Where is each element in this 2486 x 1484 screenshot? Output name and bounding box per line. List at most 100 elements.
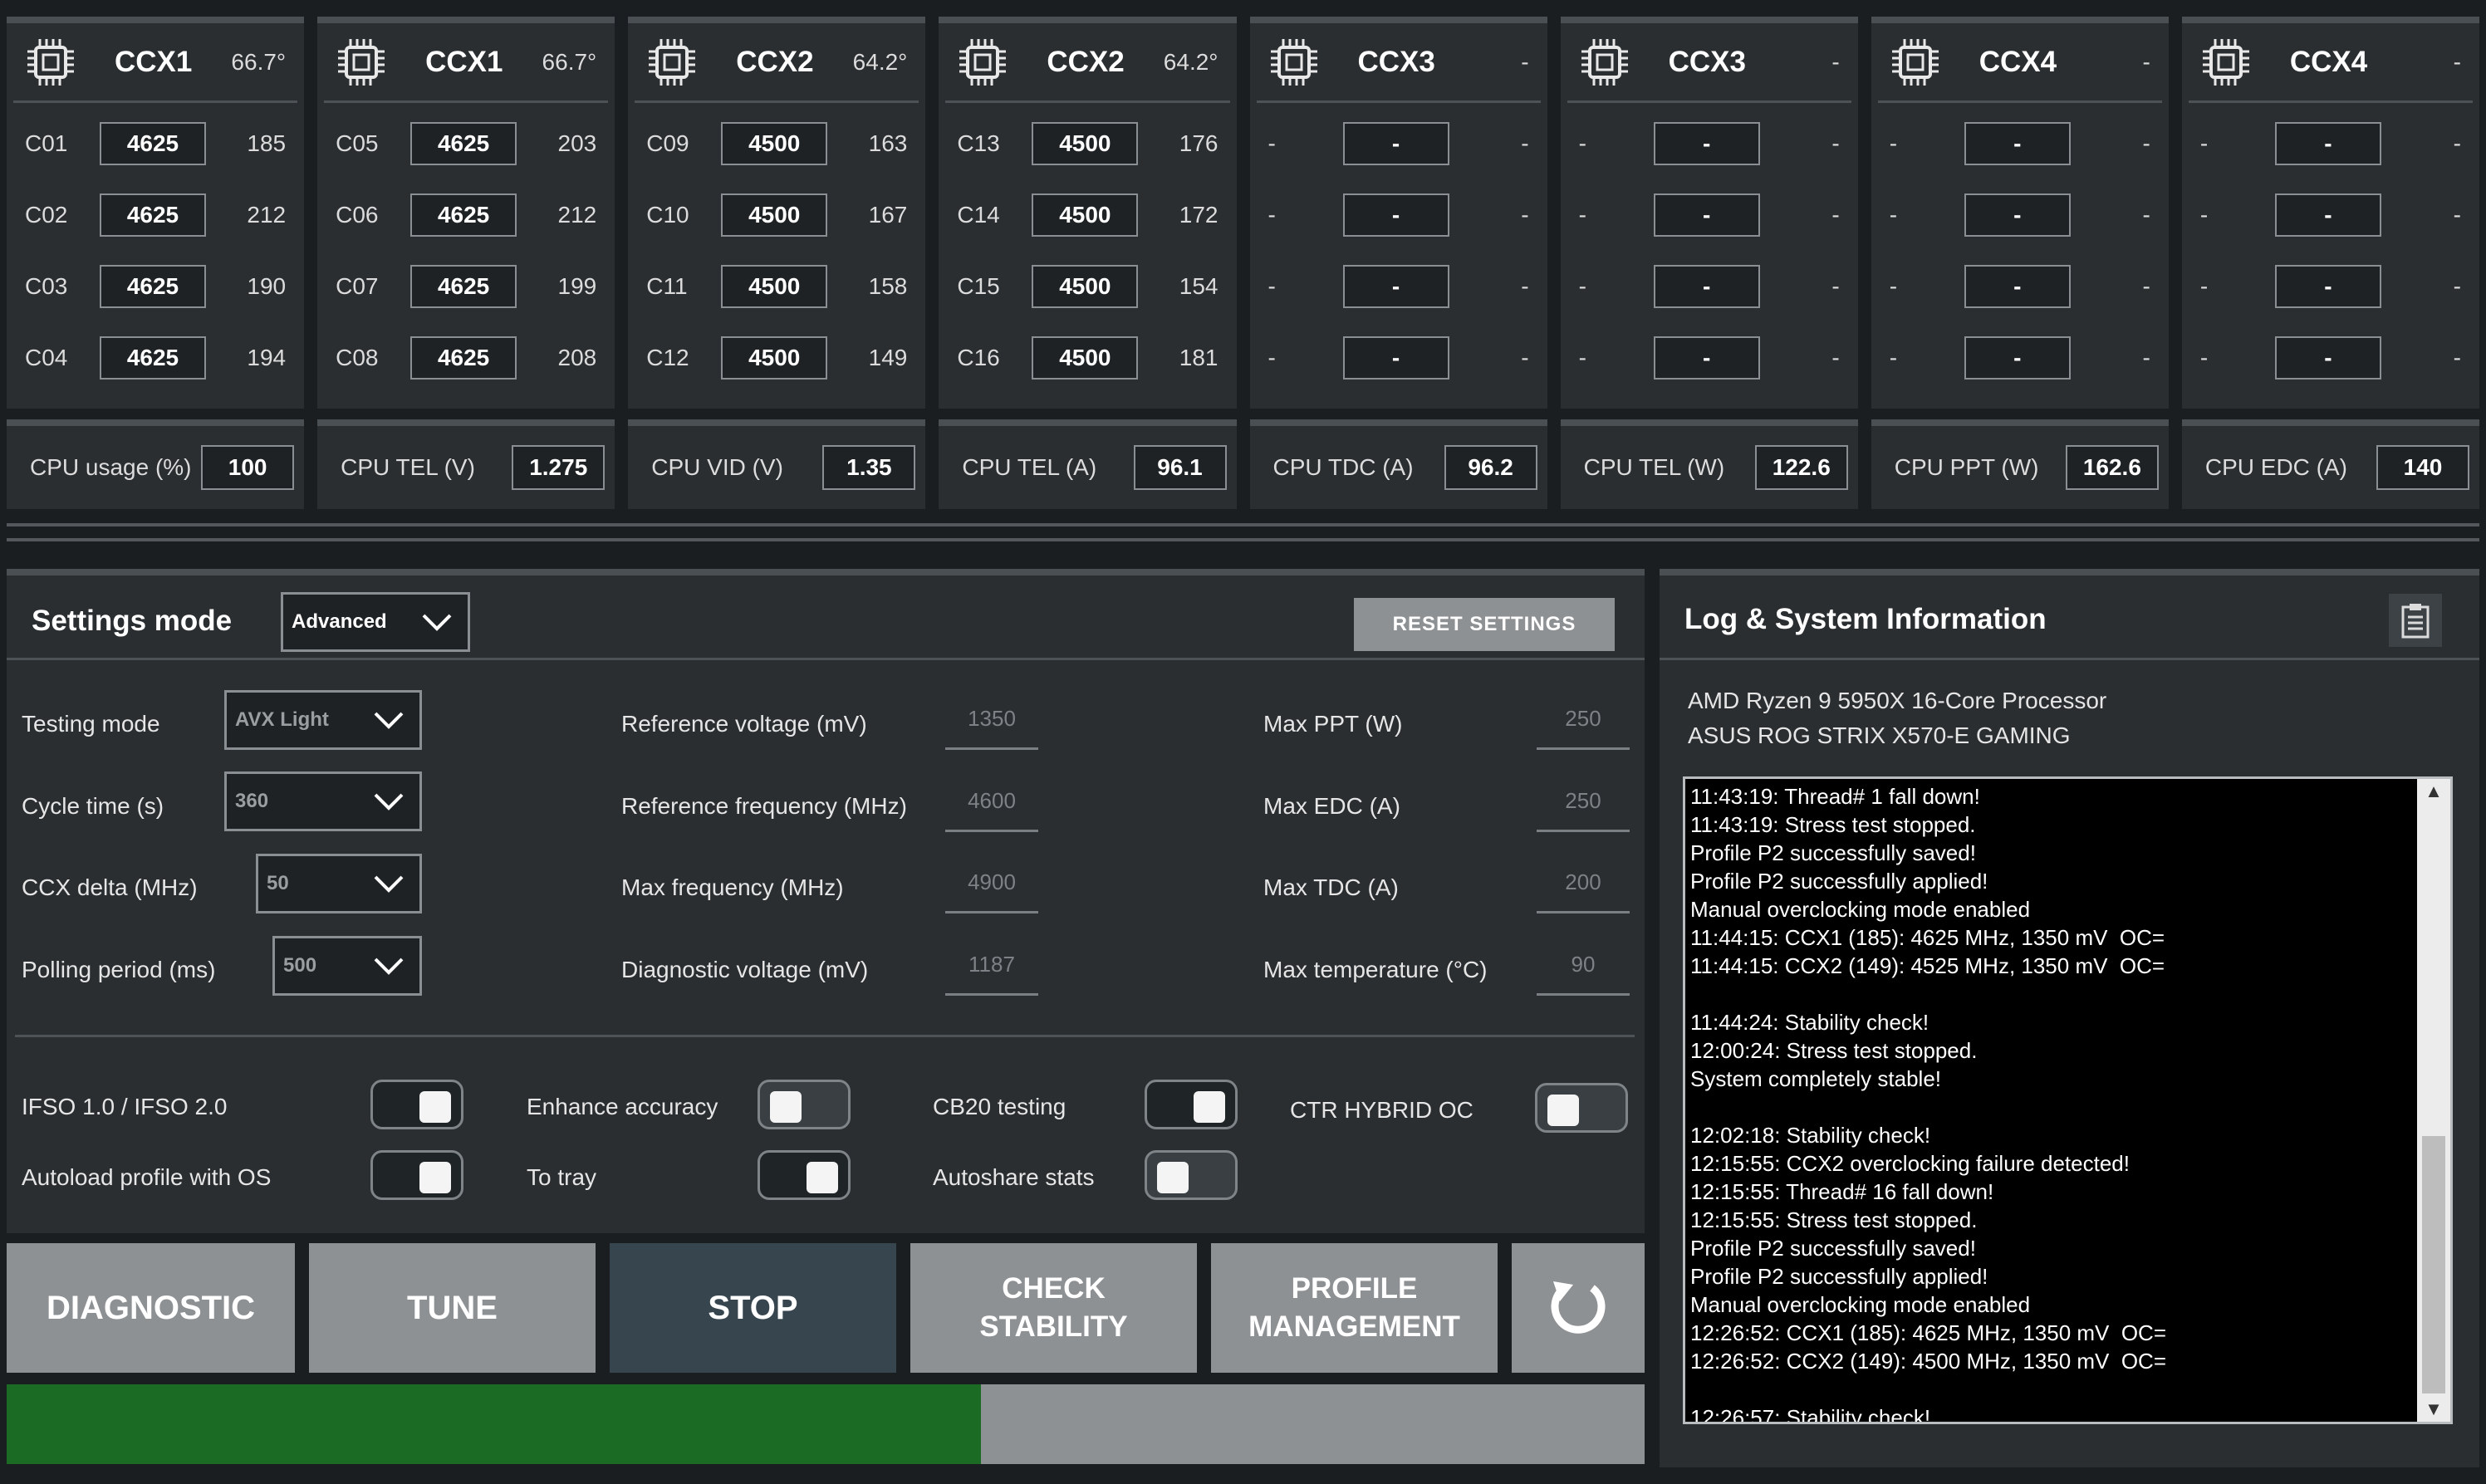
max-frequency-label: Max frequency (MHz) [621, 874, 844, 900]
autoshare-stats-label: Autoshare stats [933, 1164, 1095, 1190]
reference-frequency-input[interactable]: 4600 [945, 772, 1038, 832]
core-row: C05 4625 203 [317, 108, 615, 179]
core-frequency: 4500 [721, 122, 828, 165]
stat-cpu-edc: CPU EDC (A) 140 [2181, 419, 2479, 509]
log-textbox[interactable]: 11:43:19: Thread# 1 fall down! 11:43:19: … [1683, 776, 2453, 1424]
core-row: --- [2182, 251, 2479, 322]
core-label: C15 [957, 273, 1000, 299]
tune-button[interactable]: TUNE [309, 1243, 596, 1373]
ccx-delta-dropdown[interactable]: 50 [256, 854, 422, 913]
separator-line [7, 538, 2479, 541]
autoload-profile-toggle[interactable] [370, 1150, 463, 1200]
core-value: - [1831, 345, 1840, 370]
core-frequency: - [1342, 336, 1449, 380]
core-label: - [1268, 273, 1276, 299]
ccx-temperature: - [2453, 48, 2461, 75]
profile-management-label-line1: PROFILE [1291, 1272, 1418, 1305]
max-frequency-input[interactable]: 4900 [945, 854, 1038, 913]
autoload-profile-label: Autoload profile with OS [22, 1164, 272, 1190]
log-scrollbar[interactable]: ▲ ▼ [2417, 779, 2450, 1422]
log-line: 11:44:15: CCX1 (185): 4625 MHz, 1350 mV … [1690, 925, 2165, 950]
profile-management-button[interactable]: PROFILE MANAGEMENT [1211, 1243, 1498, 1373]
ctr-hybrid-oc-toggle[interactable] [1535, 1083, 1628, 1133]
check-stability-button[interactable]: CHECK STABILITY [910, 1243, 1197, 1373]
core-frequency: 4500 [1032, 193, 1139, 237]
core-frequency: - [1342, 122, 1449, 165]
toggle-knob [419, 1091, 451, 1123]
max-tdc-input[interactable]: 200 [1537, 854, 1630, 913]
core-row: C14 4500 172 [939, 179, 1236, 251]
core-value: - [1521, 345, 1529, 370]
reset-settings-button[interactable]: RESET SETTINGS [1354, 598, 1615, 651]
settings-mode-value: Advanced [292, 610, 387, 633]
max-temperature-input[interactable]: 90 [1537, 936, 1630, 996]
core-row: --- [1561, 108, 1858, 179]
stat-cpu-tel-v: CPU TEL (V) 1.275 [317, 419, 615, 509]
max-edc-input[interactable]: 250 [1537, 772, 1630, 832]
core-row: C06 4625 212 [317, 179, 615, 251]
check-stability-label-line1: CHECK [1002, 1272, 1106, 1305]
ccx-core-list: C09 4500 163 C10 4500 167 C11 4500 158 C12 4500 149 [628, 103, 925, 394]
log-line: Manual overclocking mode enabled [1690, 897, 2031, 922]
autoshare-stats-toggle[interactable] [1145, 1150, 1238, 1200]
stat-label: CPU TEL (W) [1583, 454, 1725, 480]
enhance-accuracy-toggle[interactable] [758, 1080, 851, 1129]
core-row: --- [1871, 322, 2169, 394]
reference-voltage-input[interactable]: 1350 [945, 690, 1038, 750]
core-value: 149 [868, 345, 908, 370]
core-label: - [2199, 130, 2209, 156]
ccx-header: CCX1 66.7° [324, 23, 609, 103]
core-frequency: 4625 [410, 336, 517, 380]
core-label: C07 [336, 273, 379, 299]
cb20-testing-label: CB20 testing [933, 1094, 1066, 1119]
ifso-toggle[interactable] [370, 1080, 463, 1129]
stat-cpu-tdc: CPU TDC (A) 96.2 [1249, 419, 1547, 509]
polling-period-dropdown[interactable]: 500 [272, 936, 422, 996]
chevron-down-icon [374, 793, 404, 811]
log-line: 12:15:55: CCX2 overclocking failure dete… [1690, 1151, 2130, 1176]
diagnostic-button[interactable]: DIAGNOSTIC [7, 1243, 295, 1373]
cycle-time-dropdown[interactable]: 360 [224, 771, 422, 831]
cb20-testing-toggle[interactable] [1145, 1080, 1238, 1129]
to-tray-label: To tray [527, 1164, 597, 1190]
ifso-label: IFSO 1.0 / IFSO 2.0 [22, 1094, 228, 1119]
refresh-button[interactable] [1512, 1243, 1645, 1373]
core-frequency: - [1964, 193, 2071, 237]
testing-mode-dropdown[interactable]: AVX Light [224, 690, 422, 750]
stat-value: 140 [2376, 445, 2469, 490]
core-value: 208 [557, 345, 597, 370]
stop-button[interactable]: STOP [610, 1243, 896, 1373]
core-label: C13 [957, 130, 1000, 156]
core-frequency: 4500 [721, 265, 828, 308]
max-ppt-input[interactable]: 250 [1537, 690, 1630, 750]
testing-mode-value: AVX Light [235, 708, 329, 731]
copy-log-button[interactable] [2389, 594, 2442, 647]
settings-mode-dropdown[interactable]: Advanced [281, 592, 470, 652]
chip-icon [1891, 38, 1939, 86]
log-line: 12:15:55: Thread# 16 fall down! [1690, 1179, 1994, 1204]
core-row: --- [1871, 108, 2169, 179]
ccx-temperature: 66.7° [231, 48, 287, 75]
to-tray-toggle[interactable] [758, 1150, 851, 1200]
diagnostic-button-label: DIAGNOSTIC [46, 1290, 256, 1326]
core-value: - [1831, 130, 1840, 156]
core-row: --- [2182, 322, 2479, 394]
ccx-panel: CCX1 66.7° C05 4625 203 C06 4625 212 C07 4625 199 C… [317, 17, 615, 409]
diagnostic-voltage-input[interactable]: 1187 [945, 936, 1038, 996]
core-row: C09 4500 163 [628, 108, 925, 179]
progress-bar [7, 1384, 1645, 1464]
chip-icon [27, 38, 74, 86]
scroll-up-icon[interactable]: ▲ [2417, 781, 2450, 802]
core-value: 212 [557, 202, 597, 228]
core-value: 212 [247, 202, 287, 228]
core-value: 167 [868, 202, 908, 228]
core-value: 203 [557, 130, 597, 156]
scroll-down-icon[interactable]: ▼ [2417, 1398, 2450, 1420]
settings-header: Settings mode Advanced RESET SETTINGS [7, 575, 1645, 660]
stat-label: CPU TEL (V) [341, 454, 475, 480]
core-row: C08 4625 208 [317, 322, 615, 394]
scrollbar-thumb[interactable] [2422, 1136, 2445, 1393]
